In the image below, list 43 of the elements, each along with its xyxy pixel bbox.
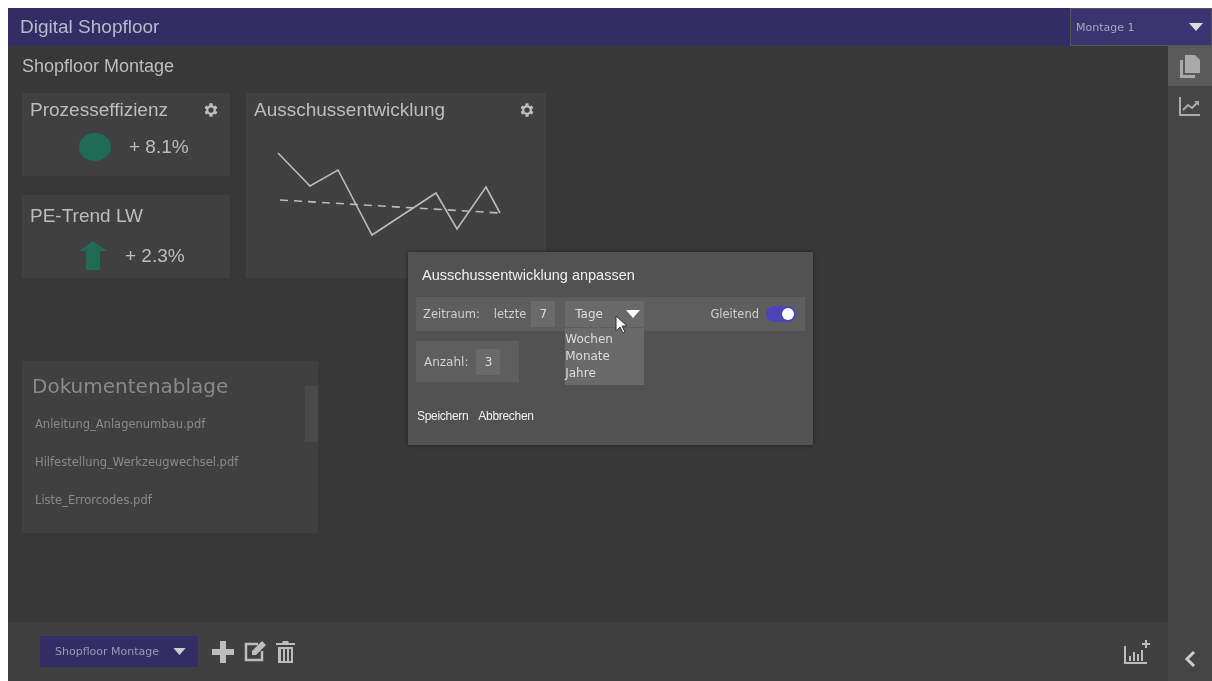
document-link[interactable]: Hilfestellung_Werkzeugwechsel.pdf	[22, 455, 239, 480]
period-label: Zeitraum:	[423, 307, 480, 321]
edit-icon[interactable]	[244, 641, 266, 662]
settings-icon[interactable]	[518, 101, 536, 119]
add-chart-icon[interactable]	[1124, 639, 1150, 664]
amount-label: Anzahl:	[424, 354, 469, 369]
kpi-value: + 8.1%	[129, 136, 189, 158]
caret-icon	[173, 648, 186, 655]
caret-icon	[1189, 23, 1203, 31]
collapse-icon[interactable]	[1184, 651, 1196, 667]
widget-title: Prozesseffizienz	[30, 99, 168, 121]
dropdown-option[interactable]: Jahre	[565, 365, 596, 382]
dialog-button[interactable]: Speichern	[416, 409, 470, 423]
amount-field[interactable]: 3	[476, 348, 501, 375]
settings-icon[interactable]	[202, 101, 220, 119]
caret-icon	[626, 310, 641, 318]
period-count-field[interactable]: 7	[531, 301, 556, 327]
documents-icon	[1180, 54, 1200, 78]
add-icon[interactable]	[212, 640, 234, 663]
dialog-button[interactable]: Abbrechen	[477, 409, 535, 423]
line-select[interactable]: Montage 1	[1070, 8, 1212, 46]
sliding-toggle[interactable]	[766, 306, 796, 322]
period-prefix: letzte	[493, 307, 527, 321]
app-title: Digital Shopfloor	[19, 16, 160, 38]
documents-tab[interactable]	[1168, 46, 1212, 86]
page-title: Shopfloor Montage	[22, 56, 176, 78]
document-link[interactable]: Anleitung_Anlagenumbau.pdf	[22, 417, 206, 442]
trash-icon[interactable]	[276, 640, 295, 663]
dashboard-select[interactable]: Shopfloor Montage	[40, 636, 198, 667]
document-link[interactable]: Liste_Errorcodes.pdf	[22, 493, 152, 518]
dropdown-option[interactable]: Monate	[565, 348, 610, 365]
line-chart-icon	[1179, 96, 1201, 116]
dialog-title: Ausschussentwicklung anpassen	[421, 266, 636, 285]
up-arrow-icon	[79, 241, 107, 270]
status-dot-icon	[79, 133, 111, 161]
sliding-label: Gleitend	[710, 307, 759, 321]
widget-title: PE-Trend LW	[30, 205, 143, 227]
panel-title: Dokumentenablage	[31, 373, 230, 400]
unit-dropdown[interactable]: Tage	[565, 301, 645, 327]
dropdown-option[interactable]: Wochen	[565, 331, 613, 348]
kpi-value: + 2.3%	[125, 244, 185, 267]
widget-title: Ausschussentwicklung	[254, 99, 446, 121]
mouse-cursor-icon	[615, 315, 629, 334]
